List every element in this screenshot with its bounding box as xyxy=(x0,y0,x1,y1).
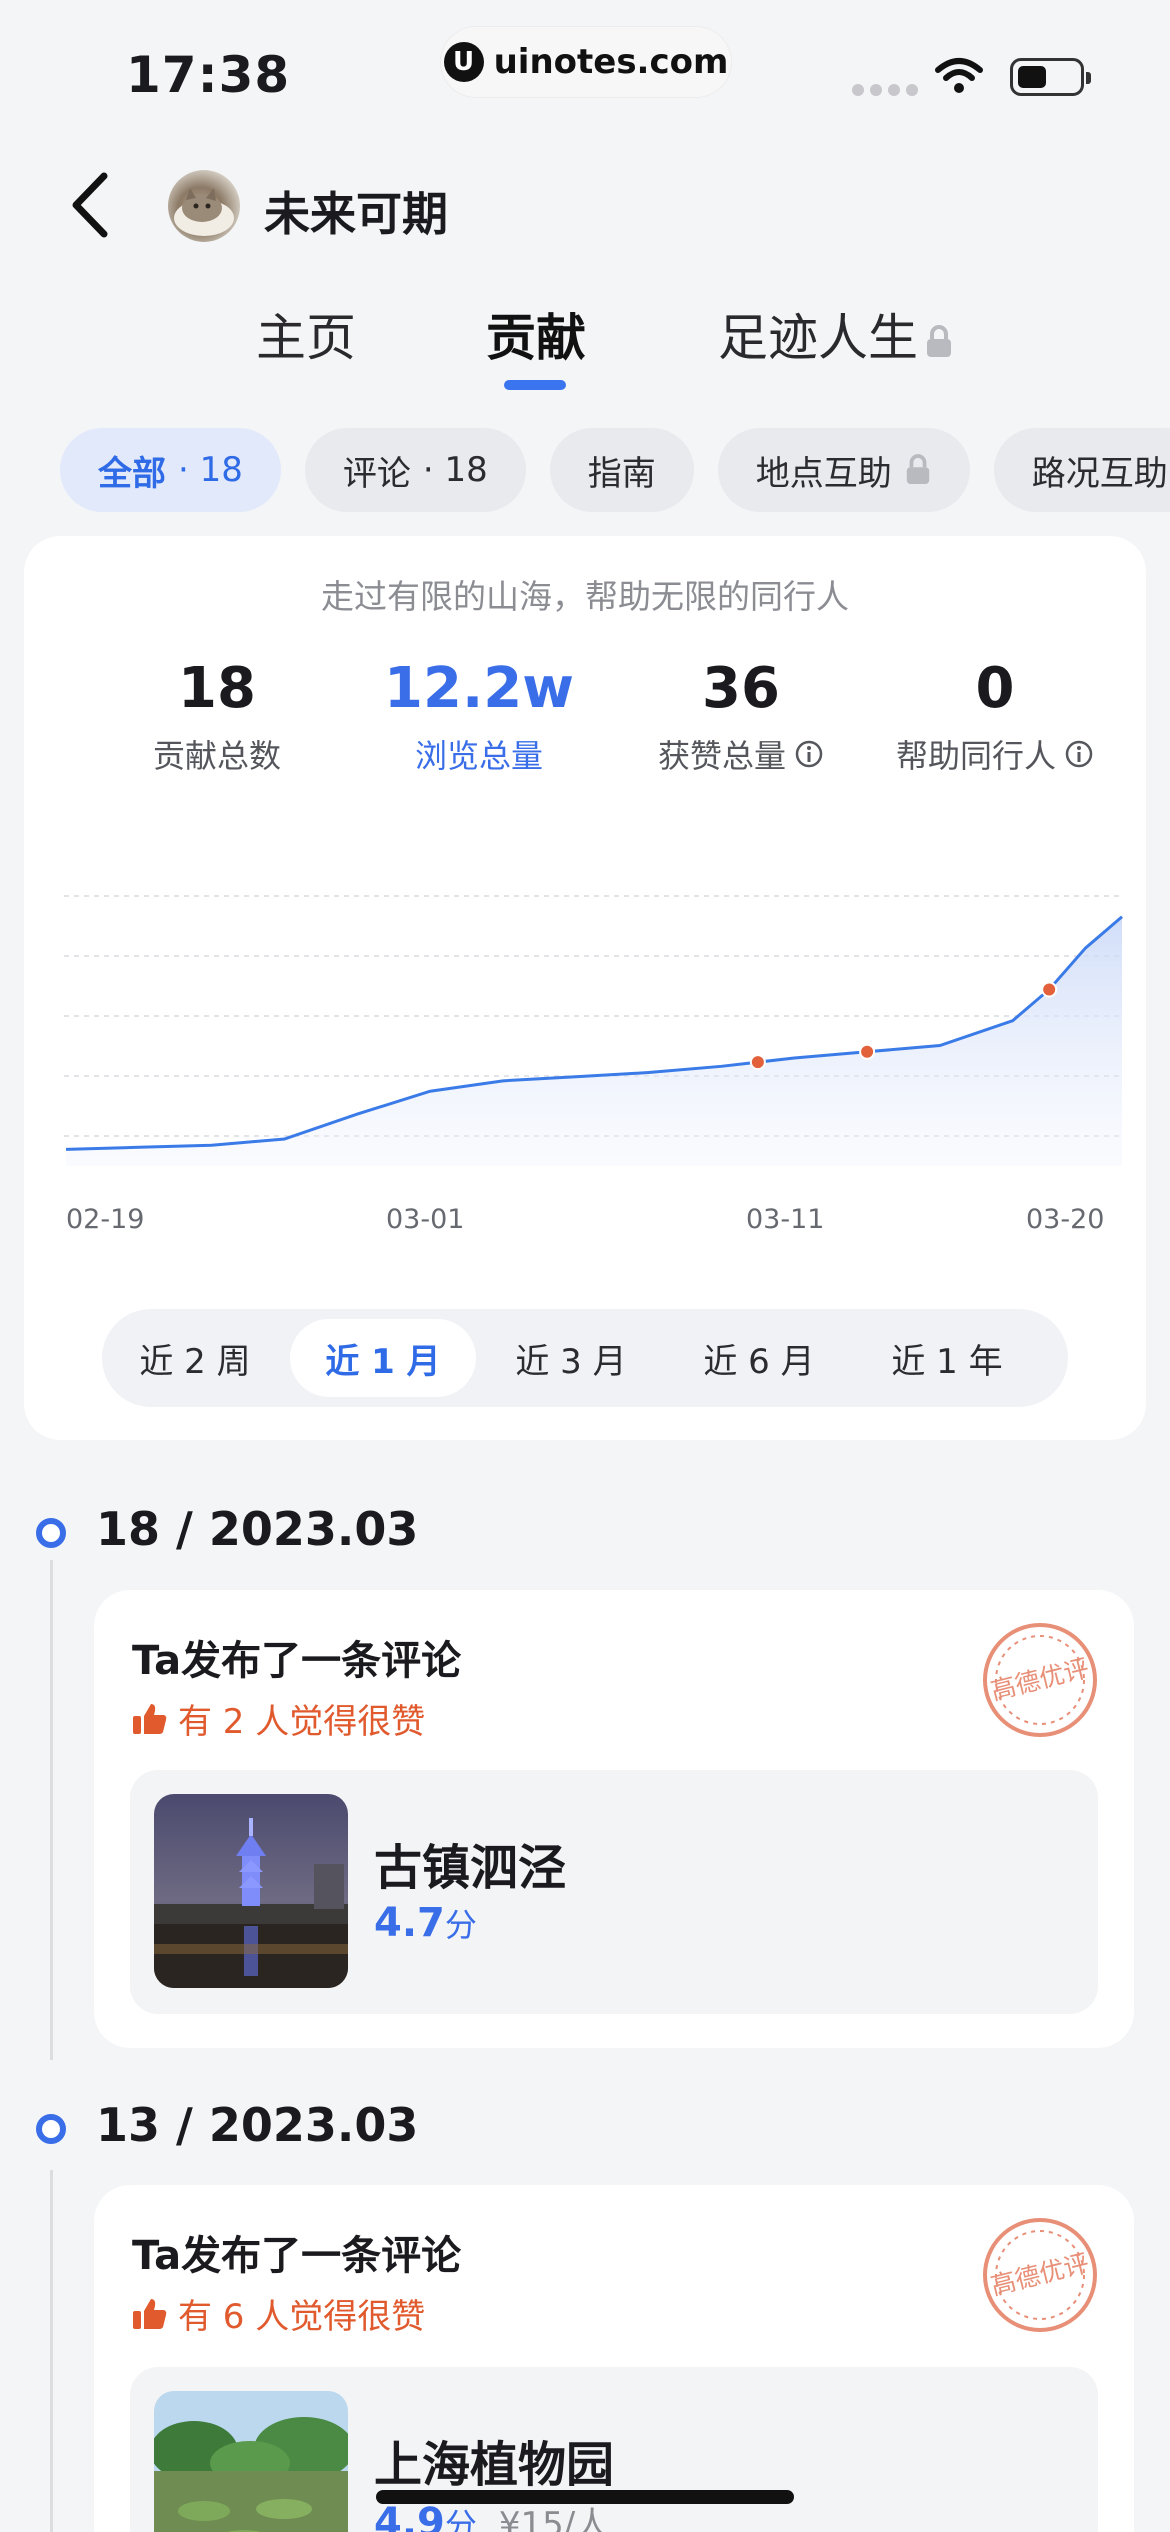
lock-icon xyxy=(906,454,929,484)
place-score-value: 4.9 xyxy=(374,2500,445,2532)
chip-guides-label: 指南 xyxy=(587,453,656,494)
x-tick-label: 02-19 xyxy=(66,1204,145,1235)
signal-icon xyxy=(852,84,918,96)
timeline-dot xyxy=(36,1518,66,1548)
place-card[interactable]: 上海植物园 4.9分 ¥15/人 xyxy=(130,2367,1098,2532)
stat-views-label: 浏览总量 xyxy=(414,737,543,775)
thumbs-up-icon xyxy=(133,1703,167,1734)
timeline-line xyxy=(50,1560,53,2060)
place-price: ¥15/人 xyxy=(498,2505,610,2532)
stat-likes[interactable]: 36 获赞总量 xyxy=(606,656,876,777)
chip-all-count: · 18 xyxy=(178,450,243,490)
range-6m[interactable]: 近 6 月 xyxy=(666,1319,852,1397)
tab-home[interactable]: 主页 xyxy=(256,298,356,370)
timeline-line xyxy=(50,2170,53,2532)
info-icon[interactable] xyxy=(1064,739,1094,769)
entry-likes-text: 有 2 人觉得很赞 xyxy=(178,1702,426,1742)
profile-tabs: 主页 贡献 足迹人生 xyxy=(0,298,1170,398)
range-1m[interactable]: 近 1 月 xyxy=(290,1319,476,1397)
range-2w[interactable]: 近 2 周 xyxy=(102,1319,288,1397)
x-tick-label: 03-11 xyxy=(746,1204,825,1235)
range-1y[interactable]: 近 1 年 xyxy=(854,1319,1040,1397)
place-score: 4.7分 xyxy=(374,1900,477,1946)
gaode-badge-stamp-icon: 高德优评 xyxy=(983,2218,1097,2332)
tab-footprint[interactable]: 足迹人生 xyxy=(718,298,954,370)
series-area xyxy=(66,916,1122,1166)
entry-likes-text: 有 6 人觉得很赞 xyxy=(178,2297,426,2337)
site-pill: U uinotes.com xyxy=(440,26,732,98)
status-time: 17:38 xyxy=(126,46,291,104)
place-name: 古镇泗泾 xyxy=(374,1840,567,1896)
place-thumbnail xyxy=(154,1794,348,1988)
badge-text: 高德优评 xyxy=(988,1653,1092,1705)
x-tick-label: 03-20 xyxy=(1026,1204,1105,1235)
stat-helped-value: 0 xyxy=(975,656,1015,721)
review-entry[interactable]: Ta发布了一条评论 有 2 人觉得很赞 高德优评 古镇泗泾 4.7分 xyxy=(94,1590,1134,2048)
stat-contributions-value: 18 xyxy=(178,656,256,721)
gaode-badge-stamp-icon: 高德优评 xyxy=(983,1623,1097,1737)
stat-contributions-label: 贡献总数 xyxy=(152,737,281,775)
stat-likes-label: 获赞总量 xyxy=(657,737,786,775)
active-tab-indicator xyxy=(504,380,566,390)
username: 未来可期 xyxy=(264,187,448,241)
chip-road-help-label: 路况互助 xyxy=(1031,453,1168,494)
back-chevron-icon[interactable] xyxy=(66,170,116,240)
data-point-marker[interactable] xyxy=(859,1043,876,1060)
badge-text: 高德优评 xyxy=(988,2248,1092,2300)
data-point-marker[interactable] xyxy=(749,1054,766,1071)
data-point-marker[interactable] xyxy=(1041,981,1058,998)
stat-views-value: 12.2w xyxy=(384,656,574,721)
lock-icon xyxy=(927,324,951,357)
chip-reviews[interactable]: 评论 · 18 xyxy=(304,428,526,512)
entry-likes: 有 2 人觉得很赞 xyxy=(132,1694,425,1743)
chip-all-label: 全部 xyxy=(98,453,166,494)
entry-likes: 有 6 人觉得很赞 xyxy=(132,2289,425,2338)
place-score-unit: 分 xyxy=(444,2506,477,2532)
place-thumbnail xyxy=(154,2391,348,2532)
views-trend-chart xyxy=(64,895,1124,1166)
filter-chips: 全部 · 18 评论 · 18 指南 地点互助 路况互助 xyxy=(60,428,1170,512)
timeline-date: 13 / 2023.03 xyxy=(96,2098,419,2152)
review-entry[interactable]: Ta发布了一条评论 有 6 人觉得很赞 高德优评 上海植物园 4.9分 ¥15/人 xyxy=(94,2185,1134,2532)
contribution-stats-card: 走过有限的山海，帮助无限的同行人 18 贡献总数 12.2w 浏览总量 36 获… xyxy=(24,536,1146,1440)
place-name: 上海植物园 xyxy=(374,2437,615,2493)
home-indicator xyxy=(376,2490,794,2504)
stat-contributions: 18 贡献总数 xyxy=(82,656,352,777)
timeline-dot xyxy=(36,2114,66,2144)
slogan: 走过有限的山海，帮助无限的同行人 xyxy=(321,577,849,616)
chip-place-help-label: 地点互助 xyxy=(755,453,892,494)
stat-helped-label: 帮助同行人 xyxy=(895,737,1056,775)
tab-contribution[interactable]: 贡献 xyxy=(486,298,586,370)
tab-footprint-label: 足迹人生 xyxy=(718,309,918,367)
chip-all[interactable]: 全部 · 18 xyxy=(60,428,281,512)
stat-views[interactable]: 12.2w 浏览总量 xyxy=(344,656,614,777)
chip-place-help[interactable]: 地点互助 xyxy=(717,428,970,512)
place-card[interactable]: 古镇泗泾 4.7分 xyxy=(130,1770,1098,2014)
place-score-value: 4.7 xyxy=(374,1900,445,1946)
timeline-date: 18 / 2023.03 xyxy=(96,1502,419,1556)
status-bar: 17:38 U uinotes.com xyxy=(0,0,1170,140)
entry-title: Ta发布了一条评论 xyxy=(132,2233,462,2279)
x-tick-label: 03-01 xyxy=(386,1204,465,1235)
chip-guides[interactable]: 指南 xyxy=(549,428,694,512)
place-score-unit: 分 xyxy=(444,1906,477,1944)
time-range-selector: 近 2 周 近 1 月 近 3 月 近 6 月 近 1 年 xyxy=(102,1309,1068,1407)
chip-reviews-count: · 18 xyxy=(422,450,488,490)
chip-road-help[interactable]: 路况互助 xyxy=(993,428,1170,512)
entry-title: Ta发布了一条评论 xyxy=(132,1638,462,1684)
avatar[interactable] xyxy=(168,170,240,242)
stat-helped[interactable]: 0 帮助同行人 xyxy=(860,656,1130,777)
wifi-icon xyxy=(935,58,983,93)
thumbs-up-icon xyxy=(133,2298,167,2329)
range-3m[interactable]: 近 3 月 xyxy=(478,1319,664,1397)
battery-icon xyxy=(1010,58,1091,96)
site-logo-icon: U xyxy=(443,42,484,82)
stat-likes-value: 36 xyxy=(702,656,780,721)
chip-reviews-label: 评论 xyxy=(342,453,411,494)
site-url: uinotes.com xyxy=(493,42,729,82)
info-icon[interactable] xyxy=(794,739,824,769)
